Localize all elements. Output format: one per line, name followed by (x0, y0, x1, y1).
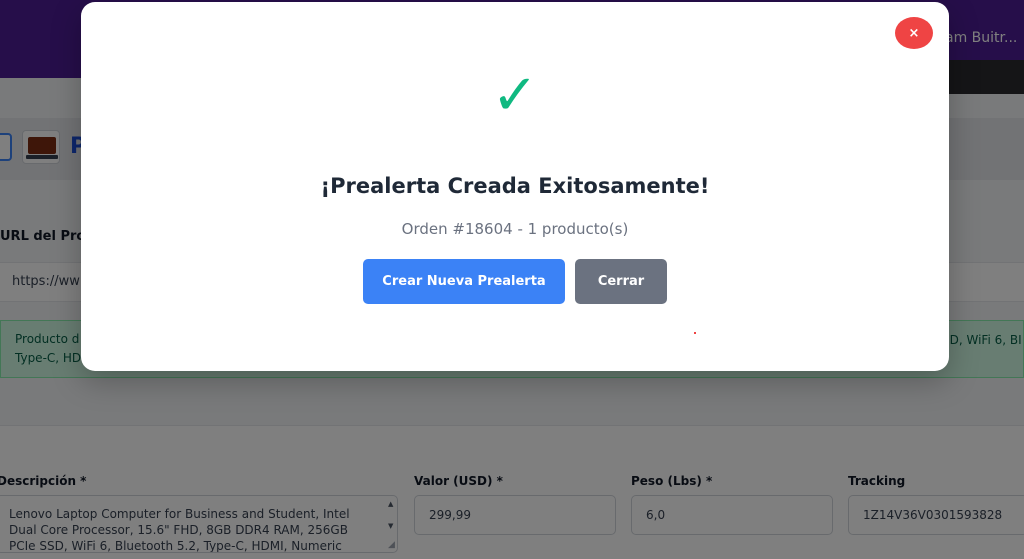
success-modal: × ✓ ¡Prealerta Creada Exitosamente! Orde… (81, 2, 949, 371)
decorative-dot (694, 332, 696, 334)
close-icon[interactable]: × (895, 17, 933, 49)
checkmark-icon: ✓ (491, 63, 539, 128)
modal-title: ¡Prealerta Creada Exitosamente! (320, 174, 710, 198)
create-new-prealert-button[interactable]: Crear Nueva Prealerta (363, 259, 565, 304)
close-button[interactable]: Cerrar (575, 259, 667, 304)
modal-subtitle: Orden #18604 - 1 producto(s) (401, 220, 629, 238)
